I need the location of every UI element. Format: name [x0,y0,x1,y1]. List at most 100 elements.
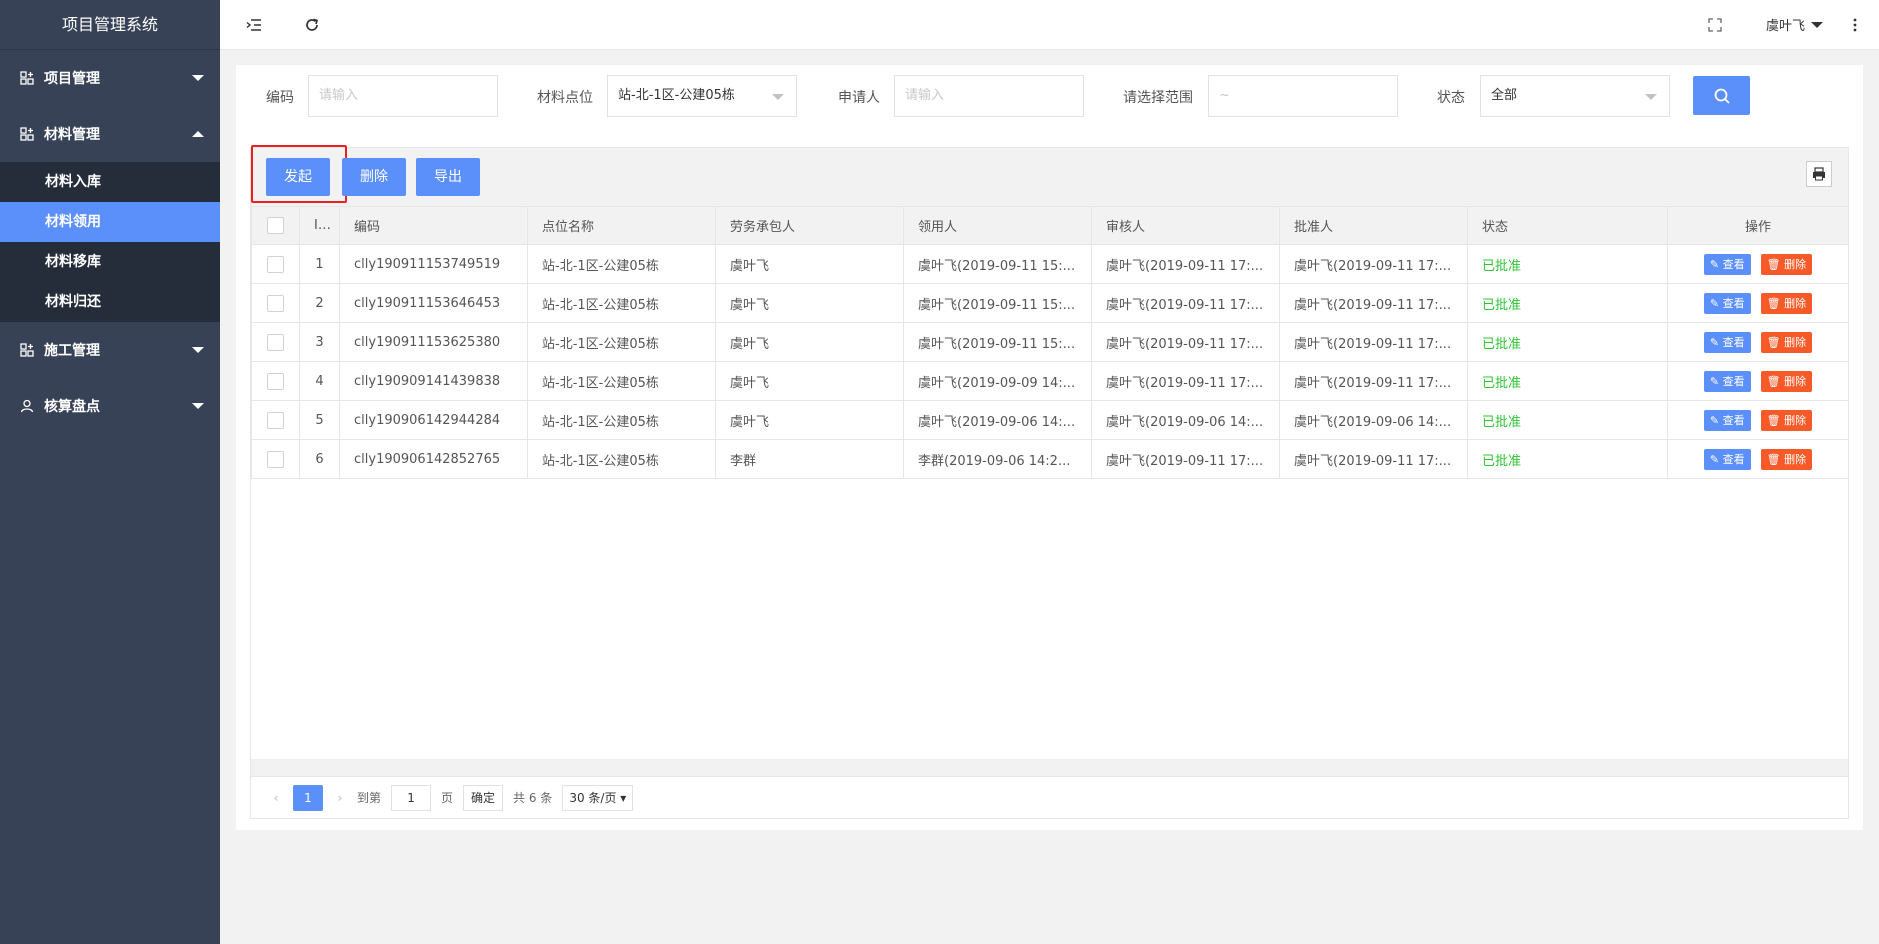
view-button[interactable]: ✎ 查看 [1703,370,1751,392]
edit-icon: ✎ [1709,452,1723,466]
row-checkbox-cell [251,439,300,479]
cell-status: 已批准 [1467,439,1668,479]
prev-page-icon[interactable]: ‹ [265,791,287,805]
table-row: 6 clly190906142852765 站-北-1区-公建05栋 李群 李群(201… [251,439,1849,479]
view-button[interactable]: ✎ 查看 [1703,331,1751,353]
row-delete-button[interactable]: 🗑 删除 [1760,448,1813,470]
chevron-down-icon [1645,94,1657,100]
cell-id: 4 [299,361,340,401]
cell-approver: 虞叶飞(2019-09-11 17:... [1279,439,1468,479]
goto-confirm-button[interactable]: 确定 [463,784,504,811]
code-input[interactable]: 请输入 [308,75,498,117]
view-button[interactable]: ✎ 查看 [1703,448,1751,470]
cell-receiver: 虞叶飞(2019-09-11 15:... [903,244,1092,284]
cell-approver: 虞叶飞(2019-09-11 17:... [1279,322,1468,362]
cell-location: 站-北-1区-公建05栋 [527,244,716,284]
view-button[interactable]: ✎ 查看 [1703,409,1751,431]
view-label: 查看 [1722,335,1745,349]
sidebar-item-material-return[interactable]: 材料归还 [0,282,220,322]
cell-contractor: 虞叶飞 [715,283,904,323]
location-select[interactable]: 站-北-1区-公建05栋 [607,75,797,117]
goto-label: 到第 [357,791,382,805]
row-checkbox[interactable] [267,333,284,351]
cell-id: 1 [299,244,340,284]
cell-actions: ✎ 查看 🗑 删除 [1667,400,1849,440]
cell-approver: 虞叶飞(2019-09-11 17:... [1279,283,1468,323]
row-delete-button[interactable]: 🗑 删除 [1760,292,1813,314]
row-delete-button[interactable]: 🗑 删除 [1760,409,1813,431]
col-header-receiver: 领用人 [903,206,1092,245]
cell-reviewer: 虞叶飞(2019-09-11 17:... [1091,361,1280,401]
delete-label: 删除 [1784,374,1807,388]
chevron-down-icon [192,75,204,81]
view-button[interactable]: ✎ 查看 [1703,292,1751,314]
cell-approver: 虞叶飞(2019-09-11 17:... [1279,244,1468,284]
search-button[interactable] [1693,76,1750,115]
sidebar-item-material-requisition[interactable]: 材料领用 [0,202,220,242]
data-table-container: 发起 删除 导出 ID 编码 点位名称 劳务承包人 领用人 审核人 批准人 状态… [250,145,1849,819]
view-label: 查看 [1722,413,1745,427]
status-select[interactable]: 全部 [1480,75,1670,117]
row-delete-button[interactable]: 🗑 删除 [1760,253,1813,275]
cell-code: clly190911153749519 [339,244,528,284]
sidebar-item-material-inbound[interactable]: 材料入库 [0,162,220,202]
cell-contractor: 李群 [715,439,904,479]
goto-page-input[interactable]: 1 [391,784,432,811]
menu-construction-management[interactable]: 施工管理 [0,322,220,378]
row-checkbox[interactable] [267,450,284,468]
trash-icon: 🗑 [1766,452,1785,466]
row-delete-button[interactable]: 🗑 删除 [1760,331,1813,353]
current-page[interactable]: 1 [293,784,323,811]
cell-reviewer: 虞叶飞(2019-09-06 14:... [1091,400,1280,440]
user-menu[interactable]: 虞叶飞 [1766,15,1823,34]
next-page-icon[interactable]: › [329,791,351,805]
sidebar-item-material-transfer[interactable]: 材料移库 [0,242,220,282]
col-header-code: 编码 [339,206,528,245]
cell-receiver: 虞叶飞(2019-09-11 15:... [903,283,1092,323]
cell-location: 站-北-1区-公建05栋 [527,439,716,479]
cell-code: clly190906142944284 [339,400,528,440]
collapse-menu-icon[interactable] [244,15,264,35]
menu-material-management[interactable]: 材料管理 [0,106,220,162]
cell-reviewer: 虞叶飞(2019-09-11 17:... [1091,244,1280,284]
delete-button[interactable]: 删除 [342,158,406,196]
row-checkbox[interactable] [267,294,284,312]
location-label: 材料点位 [537,90,593,106]
refresh-icon[interactable] [302,15,322,35]
export-button[interactable]: 导出 [416,158,480,196]
search-icon [1714,88,1730,104]
more-vertical-icon[interactable] [1845,15,1865,35]
print-button[interactable] [1806,161,1832,187]
cell-contractor: 虞叶飞 [715,244,904,284]
page-size-select[interactable]: 30 条/页 ▾ [562,784,634,811]
menu-group-project: 项目管理 [0,50,220,106]
submenu-material: 材料入库 材料领用 材料移库 材料归还 [0,162,220,322]
cell-status: 已批准 [1467,283,1668,323]
chevron-down-icon [772,94,784,100]
cell-receiver: 虞叶飞(2019-09-11 15:... [903,322,1092,362]
cell-code: clly190911153646453 [339,283,528,323]
edit-icon: ✎ [1709,257,1723,271]
view-button[interactable]: ✎ 查看 [1703,253,1751,275]
trash-icon: 🗑 [1766,413,1785,427]
table-row: 2 clly190911153646453 站-北-1区-公建05栋 虞叶飞 虞叶飞(2… [251,283,1849,323]
col-header-status: 状态 [1467,206,1668,245]
table-row: 1 clly190911153749519 站-北-1区-公建05栋 虞叶飞 虞叶飞(2… [251,244,1849,284]
row-checkbox[interactable] [267,372,284,390]
row-checkbox[interactable] [267,255,284,273]
table-row: 3 clly190911153625380 站-北-1区-公建05栋 虞叶飞 虞叶飞(2… [251,322,1849,362]
menu-group-accounting: 核算盘点 [0,378,220,434]
cell-contractor: 虞叶飞 [715,400,904,440]
applicant-input[interactable]: 请输入 [894,75,1084,117]
menu-project-management[interactable]: 项目管理 [0,50,220,106]
select-all-checkbox[interactable] [267,217,284,234]
delete-label: 删除 [1784,335,1807,349]
fullscreen-icon[interactable] [1705,15,1725,35]
date-range-input[interactable]: ~ [1208,75,1398,117]
status-value: 全部 [1491,88,1518,103]
row-delete-button[interactable]: 🗑 删除 [1760,370,1813,392]
row-checkbox[interactable] [267,411,284,429]
start-button[interactable]: 发起 [266,158,330,196]
menu-accounting-inventory[interactable]: 核算盘点 [0,378,220,434]
cell-actions: ✎ 查看 🗑 删除 [1667,244,1849,284]
